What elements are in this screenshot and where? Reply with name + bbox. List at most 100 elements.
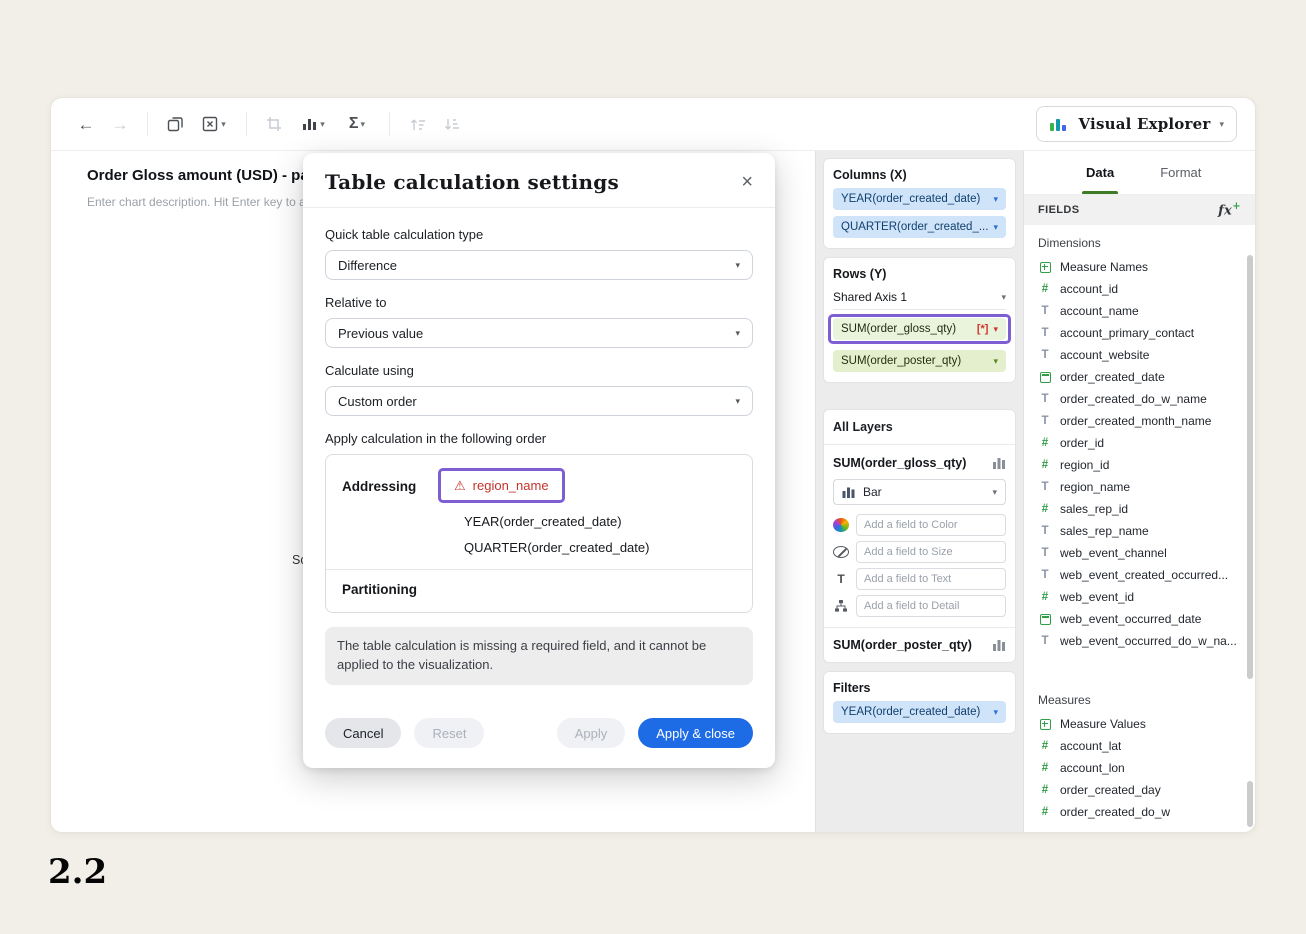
dimensions-label: Dimensions	[1024, 225, 1255, 256]
scrollbar-thumb[interactable]	[1247, 781, 1253, 827]
measures-list: Measure Values#account_lat#account_lon#o…	[1024, 713, 1255, 823]
field-item-account-website[interactable]: Taccount_website	[1024, 344, 1255, 366]
duplicate-element-button[interactable]	[158, 107, 192, 141]
add-field-to-text-input[interactable]	[856, 568, 1006, 590]
addressing-item-quarter[interactable]: QUARTER(order_created_date)	[438, 540, 736, 555]
field-name: region_id	[1060, 458, 1109, 472]
chart-type-button[interactable]: ▾	[291, 107, 335, 141]
layer-sum-order-poster-qty[interactable]: SUM(order_poster_qty)	[824, 627, 1015, 662]
field-item-account-lat[interactable]: #account_lat	[1024, 735, 1255, 757]
calc-warning-badge: [*]	[977, 323, 989, 335]
field-name: region_name	[1060, 480, 1130, 494]
bar-chart-icon	[992, 639, 1006, 651]
forward-button[interactable]: →	[103, 107, 137, 141]
page-number-label: 2.2	[48, 852, 107, 892]
mark-type-value: Bar	[863, 485, 882, 499]
remove-element-button[interactable]: ▾	[192, 107, 236, 141]
field-item-measure-values[interactable]: Measure Values	[1024, 713, 1255, 735]
field-item-account-lon[interactable]: #account_lon	[1024, 757, 1255, 779]
field-name: Measure Names	[1060, 260, 1148, 274]
pill-sum-order-gloss-qty[interactable]: SUM(order_gloss_qty) [*] ▾	[833, 318, 1006, 340]
back-button[interactable]: ←	[69, 107, 103, 141]
toolbar-divider	[246, 112, 247, 136]
filter-pill-year-order-created-date[interactable]: YEAR(order_created_date) ▾	[833, 701, 1006, 723]
layer-label: SUM(order_poster_qty)	[833, 638, 972, 652]
mark-type-select[interactable]: Bar ▾	[833, 479, 1006, 505]
field-item-account-name[interactable]: Taccount_name	[1024, 300, 1255, 322]
number-type-icon: #	[1038, 503, 1052, 515]
tab-format[interactable]: Format	[1160, 151, 1201, 194]
addressing-item-year[interactable]: YEAR(order_created_date)	[438, 514, 736, 529]
size-encoding-icon	[833, 546, 849, 558]
pill-sum-order-poster-qty[interactable]: SUM(order_poster_qty) ▾	[833, 350, 1006, 372]
caret-down-icon: ▾	[993, 357, 998, 366]
addressing-items: ⚠ region_name YEAR(order_created_date) Q…	[438, 468, 736, 555]
field-name: order_created_month_name	[1060, 414, 1211, 428]
field-item-web-event-channel[interactable]: Tweb_event_channel	[1024, 542, 1255, 564]
field-item-order-created-do-w-name[interactable]: Torder_created_do_w_name	[1024, 388, 1255, 410]
add-field-to-size-input[interactable]	[856, 541, 1006, 563]
addressing-item-region-name-missing[interactable]: ⚠ region_name	[438, 468, 565, 503]
field-item-order-created-date[interactable]: order_created_date	[1024, 366, 1255, 388]
add-field-to-detail-input[interactable]	[856, 595, 1006, 617]
field-item-sales-rep-name[interactable]: Tsales_rep_name	[1024, 520, 1255, 542]
visual-explorer-switcher[interactable]: Visual Explorer ▾	[1036, 106, 1237, 142]
calculate-using-select[interactable]: Custom order ▾	[325, 386, 753, 416]
cancel-button[interactable]: Cancel	[325, 718, 401, 748]
field-name: sales_rep_name	[1060, 524, 1149, 538]
apply-order-label: Apply calculation in the following order	[325, 431, 753, 446]
field-item-region-id[interactable]: #region_id	[1024, 454, 1255, 476]
calc-type-value: Difference	[338, 258, 397, 273]
field-item-account-id[interactable]: #account_id	[1024, 278, 1255, 300]
bar-mark-icon	[842, 487, 855, 498]
caret-down-icon: ▾	[735, 261, 740, 270]
field-item-order-created-day[interactable]: #order_created_day	[1024, 779, 1255, 801]
measure-fields-icon	[1040, 719, 1051, 730]
shared-axis-row[interactable]: Shared Axis 1 ▾	[833, 285, 1006, 310]
field-item-web-event-occurred-date[interactable]: web_event_occurred_date	[1024, 608, 1255, 630]
tab-data[interactable]: Data	[1086, 151, 1114, 194]
relative-to-select[interactable]: Previous value ▾	[325, 318, 753, 348]
caret-down-icon: ▾	[1219, 120, 1224, 129]
sort-descending-icon	[443, 117, 460, 132]
caret-down-icon: ▾	[1001, 293, 1006, 302]
pill-label: SUM(order_gloss_qty)	[841, 323, 956, 335]
calc-type-label: Quick table calculation type	[325, 227, 753, 242]
reset-button[interactable]: Reset	[414, 718, 484, 748]
field-item-order-created-month-name[interactable]: Torder_created_month_name	[1024, 410, 1255, 432]
rows-shelf-title: Rows (Y)	[833, 267, 1006, 281]
field-item-web-event-occurred-do-w-na[interactable]: Tweb_event_occurred_do_w_na...	[1024, 630, 1255, 652]
missing-field-warning-message: The table calculation is missing a requi…	[325, 627, 753, 685]
sort-ascending-button[interactable]	[400, 107, 434, 141]
aggregate-button[interactable]: Σ ▾	[335, 107, 379, 141]
scrollbar-thumb[interactable]	[1247, 255, 1253, 679]
number-type-icon: #	[1038, 784, 1052, 796]
crop-button[interactable]	[257, 107, 291, 141]
field-item-web-event-created-occurred[interactable]: Tweb_event_created_occurred...	[1024, 564, 1255, 586]
calc-type-select[interactable]: Difference ▾	[325, 250, 753, 280]
table-calculation-settings-dialog: Table calculation settings × Quick table…	[303, 153, 775, 768]
sort-descending-button[interactable]	[434, 107, 468, 141]
field-item-account-primary-contact[interactable]: Taccount_primary_contact	[1024, 322, 1255, 344]
add-calculated-field-button[interactable]: fx+	[1218, 201, 1241, 218]
field-name: order_created_do_w	[1060, 805, 1170, 819]
caret-down-icon: ▾	[993, 325, 998, 334]
encoding-row-color	[833, 514, 1006, 536]
visual-explorer-icon	[1049, 117, 1069, 132]
field-item-measure-names[interactable]: Measure Names	[1024, 256, 1255, 278]
layer-sum-order-gloss-qty[interactable]: SUM(order_gloss_qty)	[824, 445, 1015, 475]
field-name: account_website	[1060, 348, 1149, 362]
field-item-order-id[interactable]: #order_id	[1024, 432, 1255, 454]
pill-quarter-order-created-date[interactable]: QUARTER(order_created_... ▾	[833, 216, 1006, 238]
field-item-order-created-do-w[interactable]: #order_created_do_w	[1024, 801, 1255, 823]
encoding-row-size	[833, 541, 1006, 563]
add-field-to-color-input[interactable]	[856, 514, 1006, 536]
field-item-sales-rep-id[interactable]: #sales_rep_id	[1024, 498, 1255, 520]
pill-year-order-created-date[interactable]: YEAR(order_created_date) ▾	[833, 188, 1006, 210]
field-item-web-event-id[interactable]: #web_event_id	[1024, 586, 1255, 608]
apply-and-close-button[interactable]: Apply & close	[638, 718, 753, 748]
field-item-region-name[interactable]: Tregion_name	[1024, 476, 1255, 498]
apply-button[interactable]: Apply	[557, 718, 626, 748]
relative-to-value: Previous value	[338, 326, 423, 341]
close-icon[interactable]: ×	[741, 172, 753, 192]
